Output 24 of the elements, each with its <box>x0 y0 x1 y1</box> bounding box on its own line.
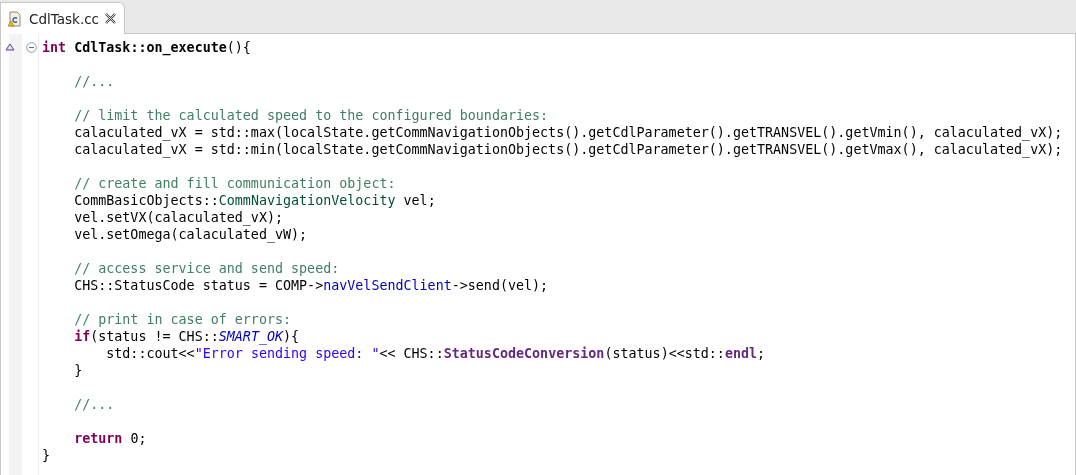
editor-tab[interactable]: CdlTask.cc <box>0 2 126 34</box>
code-line: vel.setVX(calaculated_vX); <box>73 209 283 226</box>
triangle-marker-icon[interactable] <box>5 43 15 51</box>
collapse-icon[interactable] <box>26 42 37 53</box>
code-line: CHS::StatusCode status = COMP->navVelSendClient->send(vel); <box>73 277 549 294</box>
code-line: calaculated_vX = std::min(localState.getCommNavigationObjects().getCdlParameter().getTRANSVEL().getVmax(), calaculated_vX); <box>73 141 1063 158</box>
code-line: // limit the calculated speed to the configured boundaries: <box>73 107 549 124</box>
code-line: vel.setOmega(calaculated_vW); <box>73 226 308 243</box>
close-icon[interactable] <box>105 13 117 24</box>
code-line: int CdlTask::on_execute(){ <box>42 39 251 56</box>
code-line: } <box>42 447 51 464</box>
code-line: calaculated_vX = std::max(localState.getCommNavigationObjects().getCdlParameter().getTRANSVEL().getVmin(), calaculated_vX); <box>73 124 1063 141</box>
code-line: if(status != CHS::SMART_OK){ <box>73 328 300 345</box>
code-line: // print in case of errors: <box>73 311 292 328</box>
code-line: CommBasicObjects::CommNavigationVelocity vel; <box>73 192 436 209</box>
code-line: return 0; <box>73 430 147 447</box>
code-line: // access service and send speed: <box>73 260 340 277</box>
code-line: // create and fill communication object: <box>73 175 396 192</box>
code-line: std::cout<<"Error sending speed: "<< CHS::StatusCodeConversion(status)<<std::endl; <box>105 345 766 362</box>
code-line: } <box>73 362 83 379</box>
code-line: //... <box>73 73 115 90</box>
tab-label: CdlTask.cc <box>29 10 100 27</box>
code-line: //... <box>73 396 115 413</box>
c-file-icon <box>7 10 23 27</box>
